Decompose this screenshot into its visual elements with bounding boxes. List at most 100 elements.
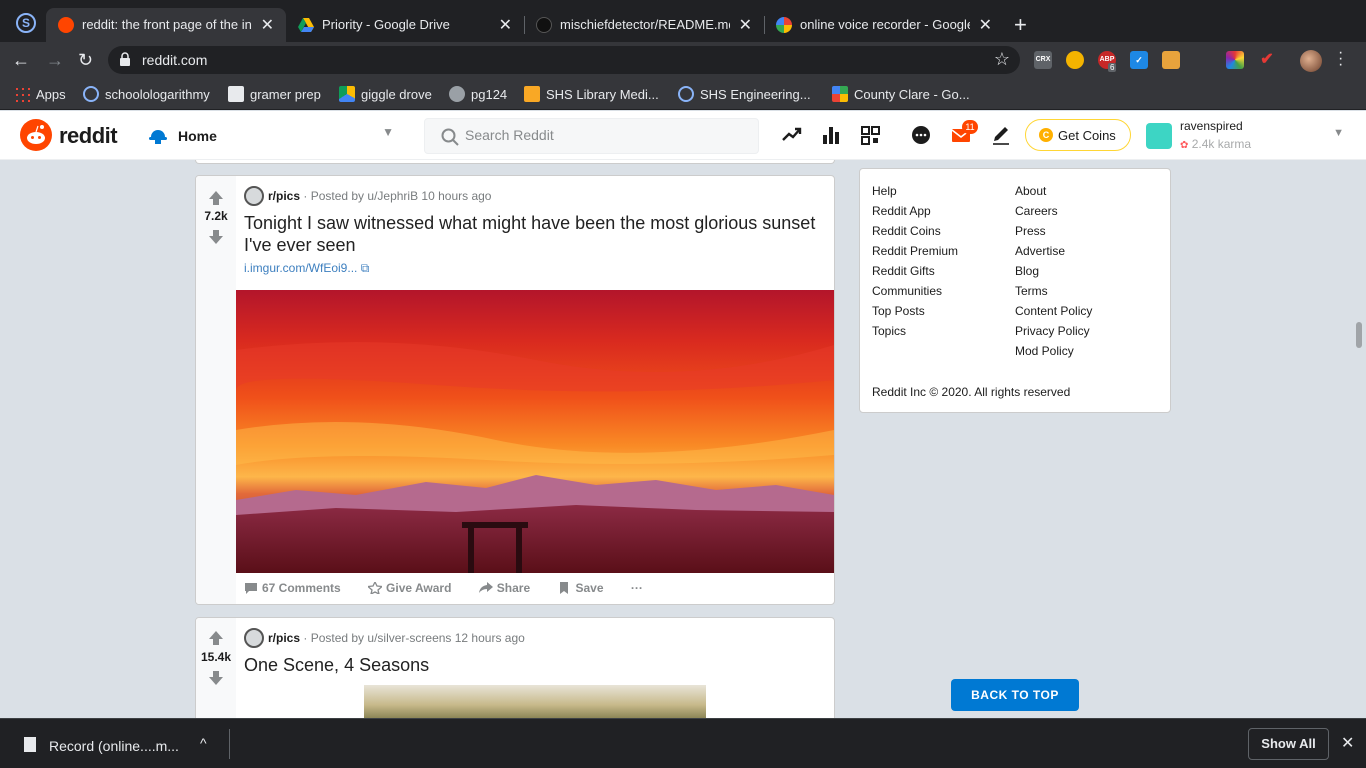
username: ravenspired	[1180, 119, 1243, 133]
new-tab-plus-icon[interactable]: +	[1014, 12, 1027, 38]
check-extension-icon[interactable]: ✓	[1130, 51, 1148, 69]
post-title[interactable]: Tonight I saw witnessed what might have …	[244, 212, 824, 256]
footer-links-column-1: Help Reddit App Reddit Coins Reddit Prem…	[872, 183, 958, 343]
post-card[interactable]: 7.2k r/pics · Posted by u/JephriB 10 hou…	[195, 175, 835, 605]
footer-link[interactable]: Reddit Coins	[872, 223, 958, 243]
footer-link[interactable]: Reddit Gifts	[872, 263, 958, 283]
subreddit-link[interactable]: r/pics	[268, 189, 300, 203]
drive-icon	[339, 86, 355, 102]
color-extension-icon[interactable]	[1226, 51, 1244, 69]
footer-link[interactable]: Content Policy	[1015, 303, 1092, 323]
reddit-snoo-logo-icon[interactable]	[20, 119, 52, 151]
copyright-text: Reddit Inc © 2020. All rights reserved	[872, 385, 1071, 399]
footer-link[interactable]: Blog	[1015, 263, 1092, 283]
footer-link[interactable]: Mod Policy	[1015, 343, 1092, 363]
close-icon[interactable]: ✕	[1341, 733, 1354, 753]
leaderboard-icon[interactable]	[820, 124, 842, 146]
download-item-name[interactable]: Record (online....m...	[49, 738, 179, 754]
back-arrow-icon[interactable]: ←	[12, 50, 30, 71]
back-to-top-button[interactable]: BACK TO TOP	[951, 679, 1079, 711]
search-box[interactable]	[424, 118, 759, 154]
upvote-arrow-icon[interactable]	[207, 189, 225, 207]
crx-extension-icon[interactable]: CRX	[1034, 51, 1052, 69]
footer-link[interactable]: About	[1015, 183, 1092, 203]
subreddit-icon[interactable]	[244, 628, 264, 648]
bookmark-star-icon[interactable]: ☆	[994, 49, 1010, 70]
comment-icon	[245, 583, 257, 594]
tab-reddit[interactable]: reddit: the front page of the internet ✕	[46, 8, 286, 42]
profile-s-icon[interactable]: S	[16, 13, 36, 33]
home-icon	[149, 130, 167, 144]
post-actions: 67 Comments Give Award Share Save ···	[244, 581, 655, 595]
close-tab-icon[interactable]: ✕	[499, 15, 512, 35]
close-tab-icon[interactable]: ✕	[739, 15, 752, 35]
tab-github[interactable]: mischiefdetector/README.md ✕	[524, 8, 764, 42]
bookmark-county-clare[interactable]: County Clare - Go...	[832, 86, 970, 102]
footer-link[interactable]: Topics	[872, 323, 958, 343]
reddit-wordmark[interactable]: reddit	[59, 123, 118, 149]
bookmark-gramer-prep[interactable]: gramer prep	[228, 86, 321, 102]
schoology-icon	[83, 86, 99, 102]
post-link[interactable]: i.imgur.com/WfEoi9... ⧉	[244, 261, 369, 276]
forward-arrow-icon[interactable]: →	[46, 50, 64, 71]
page-scrollbar-thumb[interactable]	[1356, 322, 1362, 348]
footer-link[interactable]: Help	[872, 183, 958, 203]
tab-title: reddit: the front page of the internet	[82, 17, 252, 32]
tab-google-drive[interactable]: Priority - Google Drive ✕	[286, 8, 524, 42]
footer-link[interactable]: Top Posts	[872, 303, 958, 323]
close-tab-icon[interactable]: ✕	[979, 15, 992, 35]
downvote-arrow-icon[interactable]	[207, 669, 225, 687]
bookmark-giggle-drove[interactable]: giggle drove	[339, 86, 432, 102]
chat-icon[interactable]	[910, 124, 932, 146]
footer-link[interactable]: Terms	[1015, 283, 1092, 303]
comments-button[interactable]: 67 Comments	[244, 581, 353, 595]
get-coins-button[interactable]: C Get Coins	[1025, 119, 1131, 151]
red-swoosh-extension-icon[interactable]: ✔	[1258, 51, 1276, 69]
footer-link[interactable]: Privacy Policy	[1015, 323, 1092, 343]
reload-icon[interactable]: ↻	[78, 50, 93, 71]
create-post-pencil-icon[interactable]	[990, 124, 1012, 146]
trending-icon[interactable]	[781, 124, 803, 146]
footer-link[interactable]: Advertise	[1015, 243, 1092, 263]
upvote-arrow-icon[interactable]	[207, 629, 225, 647]
rpan-icon[interactable]	[860, 124, 882, 146]
share-button[interactable]: Share	[478, 581, 542, 595]
subreddit-icon[interactable]	[244, 186, 264, 206]
save-button[interactable]: Save	[557, 581, 615, 595]
footer-link[interactable]: Reddit App	[872, 203, 958, 223]
show-all-downloads-button[interactable]: Show All	[1248, 728, 1329, 760]
more-options-icon[interactable]: ···	[631, 581, 643, 595]
address-bar[interactable]: reddit.com ☆	[108, 46, 1020, 74]
footer-link[interactable]: Press	[1015, 223, 1092, 243]
browser-menu-icon[interactable]: · · ·	[1338, 45, 1343, 73]
give-award-button[interactable]: Give Award	[368, 581, 463, 595]
search-input[interactable]	[465, 127, 745, 143]
footer-link[interactable]: Communities	[872, 283, 958, 303]
user-menu-dropdown[interactable]: ravenspired ✿ 2.4k karma ▼	[1146, 117, 1346, 153]
owl-extension-icon[interactable]	[1066, 51, 1084, 69]
bookmark-shs-engineering[interactable]: SHS Engineering...	[678, 86, 811, 102]
lock-icon	[120, 52, 130, 66]
post-score: 7.2k	[204, 209, 228, 223]
browser-toolbar: ← → ↻ reddit.com ☆ CRX ABP 6 ✓ ✔ · · ·	[0, 42, 1366, 78]
footer-link[interactable]: Reddit Premium	[872, 243, 958, 263]
bookmark-pg124[interactable]: pg124	[449, 86, 507, 102]
download-separator	[229, 729, 230, 759]
downvote-arrow-icon[interactable]	[207, 228, 225, 246]
post-image-sunset[interactable]	[236, 290, 834, 573]
karma-line: ✿ 2.4k karma	[1180, 137, 1251, 151]
post-title[interactable]: One Scene, 4 Seasons	[244, 654, 824, 676]
feed-selector-dropdown[interactable]: Home ▼	[148, 125, 394, 149]
footer-link[interactable]: Careers	[1015, 203, 1092, 223]
subreddit-link[interactable]: r/pics	[268, 631, 300, 645]
browser-profile-avatar[interactable]	[1300, 50, 1322, 72]
tab-google-search[interactable]: online voice recorder - Google ✕	[764, 8, 1004, 42]
box-extension-icon[interactable]	[1162, 51, 1180, 69]
bookmark-schoolologarithmy[interactable]: schoolologarithmy	[83, 86, 210, 102]
chevron-up-icon[interactable]: ^	[200, 735, 207, 751]
close-tab-icon[interactable]: ✕	[261, 15, 274, 35]
bookmark-apps[interactable]: Apps	[14, 86, 66, 102]
bookmark-shs-library[interactable]: SHS Library Medi...	[524, 86, 659, 102]
github-icon	[536, 17, 552, 33]
award-icon	[368, 582, 383, 594]
